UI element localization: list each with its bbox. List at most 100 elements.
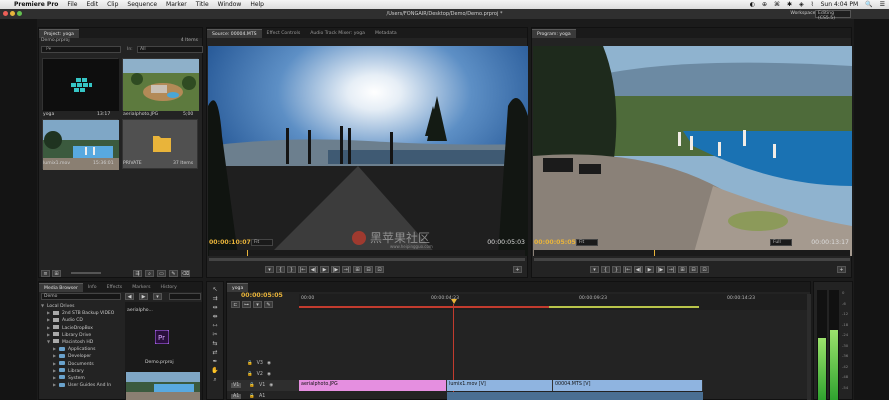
media-forward-icon[interactable]: ▶: [139, 293, 148, 300]
timeline-timecode[interactable]: 00:00:05:05: [241, 292, 283, 299]
a1-audio-clip[interactable]: [447, 392, 703, 400]
tree-item[interactable]: ▶ User Guides And In: [41, 381, 123, 388]
tree-item[interactable]: ▶ Library Drive: [41, 331, 123, 338]
timeline-ruler[interactable]: 00:00 00:00:04:23 00:00:09:23 00:00:14:2…: [299, 294, 811, 310]
menu-marker[interactable]: Marker: [166, 1, 187, 8]
tree-item[interactable]: ▶ Developer: [41, 352, 123, 359]
program-step-forward-icon[interactable]: |▶: [656, 266, 665, 273]
tab-effects[interactable]: Effects: [102, 283, 128, 292]
clip-aerialphoto[interactable]: aerialphoto.JPG: [299, 380, 447, 391]
menu-app[interactable]: Premiere Pro: [14, 1, 58, 8]
source-go-to-out-icon[interactable]: →|: [342, 266, 351, 273]
program-zoom-bar[interactable]: [534, 258, 850, 261]
source-export-frame-icon[interactable]: ⊡: [375, 266, 384, 273]
clock[interactable]: Sun 4:04 PM: [821, 1, 859, 8]
media-file-demo-prproj[interactable]: Demo.prproj: [145, 360, 174, 365]
menu-edit[interactable]: Edit: [86, 1, 98, 8]
lock-icon[interactable]: 🔒: [249, 383, 255, 388]
media-search-input[interactable]: [169, 293, 201, 300]
status-icon-1[interactable]: ◐: [750, 1, 755, 8]
thumb-yoga-sequence[interactable]: [42, 58, 119, 111]
rolling-edit-tool-icon[interactable]: ⇼: [212, 313, 217, 322]
razor-tool-icon[interactable]: ✂: [212, 331, 217, 340]
program-export-frame-icon[interactable]: ⊡: [700, 266, 709, 273]
status-icon-3[interactable]: ⌘: [774, 1, 780, 8]
source-step-back-icon[interactable]: ◀|: [309, 266, 318, 273]
menu-window[interactable]: Window: [218, 1, 242, 8]
source-mark-in-icon[interactable]: {: [276, 266, 285, 273]
program-fit-select[interactable]: Fit: [576, 239, 598, 246]
wifi-icon[interactable]: ◈: [799, 1, 804, 8]
media-back-icon[interactable]: ◀: [125, 293, 134, 300]
tree-item[interactable]: ▼ Local Drives: [41, 302, 123, 309]
zoom-slider[interactable]: [71, 272, 101, 274]
tree-item[interactable]: ▶ Library: [41, 367, 123, 374]
source-insert-icon[interactable]: ⊞: [353, 266, 362, 273]
menu-sequence[interactable]: Sequence: [127, 1, 157, 8]
tab-metadata[interactable]: Metadata: [370, 29, 402, 38]
tree-item[interactable]: ▶ 2nd STB Backup VIDEO: [41, 309, 123, 316]
tab-source[interactable]: Source: 00004.MTS: [207, 28, 262, 38]
new-bin-icon[interactable]: ▭: [157, 269, 166, 277]
eye-icon[interactable]: ◉: [267, 361, 271, 366]
project-in-select[interactable]: All: [137, 46, 203, 53]
menu-title[interactable]: Title: [196, 1, 209, 8]
selection-tool-icon[interactable]: ↖: [212, 286, 217, 295]
program-lift-icon[interactable]: ⊞: [678, 266, 687, 273]
tab-program[interactable]: Program: yoga: [532, 28, 576, 38]
tab-info[interactable]: Info: [83, 283, 102, 292]
clip-lumix1[interactable]: lumix1.mov [V]: [447, 380, 553, 391]
eye-icon[interactable]: ◉: [269, 383, 273, 388]
source-mark-out-icon[interactable]: }: [287, 266, 296, 273]
source-step-forward-icon[interactable]: |▶: [331, 266, 340, 273]
program-quality-select[interactable]: Full: [770, 239, 792, 246]
icon-view-icon[interactable]: ⊞: [52, 269, 61, 277]
thumb-aerialphoto[interactable]: [122, 58, 199, 111]
notification-icon[interactable]: ☰: [880, 1, 885, 8]
source-zoom-bar[interactable]: [209, 258, 525, 261]
status-icon-2[interactable]: ⊕: [762, 1, 767, 8]
menu-clip[interactable]: Clip: [107, 1, 118, 8]
clear-icon[interactable]: ⌫: [181, 269, 190, 277]
track-target-label[interactable]: A1: [231, 393, 242, 399]
source-add-button-icon[interactable]: +: [513, 266, 522, 273]
tree-item[interactable]: ▶ System: [41, 374, 123, 381]
timeline-scrollbar[interactable]: [807, 294, 811, 400]
project-search-input[interactable]: P▾: [41, 46, 121, 53]
new-item-icon[interactable]: ✎: [169, 269, 178, 277]
source-marker-icon[interactable]: ▾: [265, 266, 274, 273]
media-filter-icon[interactable]: ▾: [153, 293, 162, 300]
media-location-select[interactable]: Demo: [41, 293, 121, 300]
slip-tool-icon[interactable]: ⇆: [212, 340, 217, 349]
rate-stretch-tool-icon[interactable]: ⇿: [212, 322, 217, 331]
source-timecode-current[interactable]: 00:00:10:07: [209, 239, 251, 246]
program-timecode-current[interactable]: 00:00:05:05: [534, 239, 576, 246]
tab-effect-controls[interactable]: Effect Controls: [262, 29, 306, 38]
automate-icon[interactable]: ⇶: [133, 269, 142, 277]
status-icon-4[interactable]: ✱: [787, 1, 792, 8]
source-time-ruler[interactable]: [209, 250, 525, 256]
snap-icon[interactable]: ⊏: [231, 301, 240, 308]
program-go-to-in-icon[interactable]: |←: [623, 266, 632, 273]
list-view-icon[interactable]: ≡: [41, 269, 50, 277]
tab-project[interactable]: Project: yoga: [39, 28, 79, 38]
source-overwrite-icon[interactable]: ⊟: [364, 266, 373, 273]
tab-markers[interactable]: Markers: [127, 283, 155, 292]
tab-audio-track-mixer[interactable]: Audio Track Mixer: yoga: [305, 29, 370, 38]
tab-timeline-yoga[interactable]: yoga: [227, 282, 249, 292]
find-icon[interactable]: ⌕: [145, 269, 154, 277]
source-play-icon[interactable]: ▶: [320, 266, 329, 273]
source-fit-select[interactable]: Fit: [251, 239, 273, 246]
eye-icon[interactable]: ◉: [267, 372, 271, 377]
source-playhead[interactable]: [247, 250, 248, 256]
menu-file[interactable]: File: [67, 1, 77, 8]
zoom-tool-icon[interactable]: ⌕: [213, 376, 216, 385]
add-marker-icon[interactable]: ▾: [253, 301, 262, 308]
track-select-tool-icon[interactable]: ⇉: [212, 295, 217, 304]
tree-item[interactable]: ▼ Macintosh HD: [41, 338, 123, 345]
program-extract-icon[interactable]: ⊟: [689, 266, 698, 273]
tree-item[interactable]: ▶ Audio CD: [41, 316, 123, 323]
tree-item[interactable]: ▶ Documents: [41, 360, 123, 367]
media-file-aerialphoto[interactable]: aerialpho...: [127, 308, 153, 313]
volume-icon[interactable]: ⌇: [811, 1, 814, 8]
